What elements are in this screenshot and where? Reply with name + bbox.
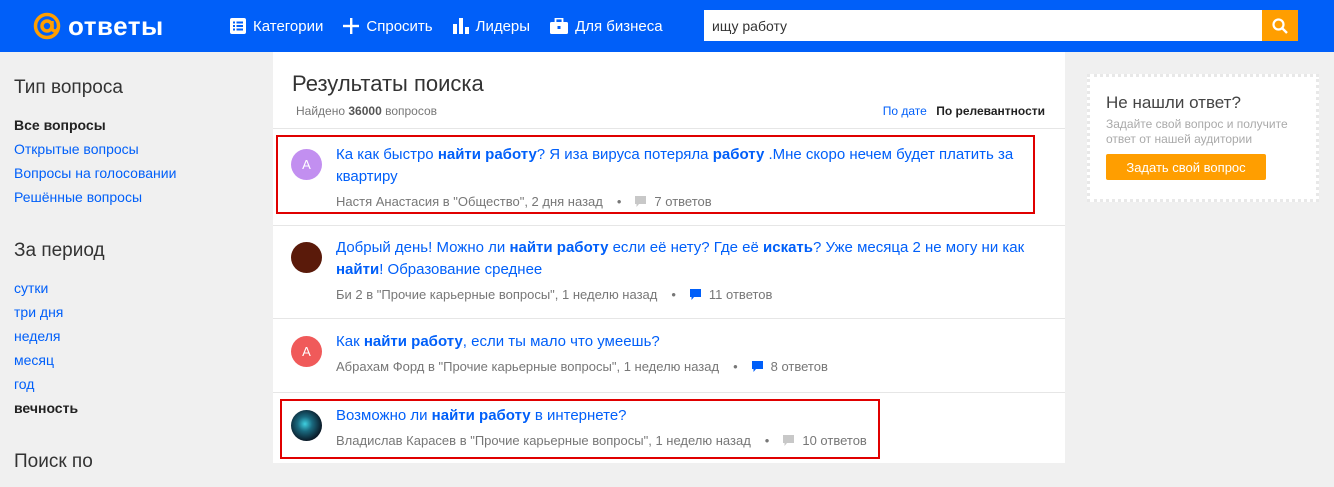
search-bar — [704, 10, 1298, 41]
found-count: 36000 — [348, 104, 382, 118]
answers-count[interactable]: 8 ответов — [771, 359, 828, 374]
question-item: Добрый день! Можно ли найти работу если … — [291, 237, 1051, 307]
nav-categories[interactable]: Категории — [230, 18, 323, 35]
period-day[interactable]: сутки — [14, 276, 272, 300]
divider — [273, 318, 1065, 319]
category-name[interactable]: в "Прочие карьерные вопросы" — [428, 359, 617, 374]
search-by-title: Поиск по — [14, 451, 93, 472]
avatar[interactable] — [291, 242, 322, 273]
question-title[interactable]: Добрый день! Можно ли найти работу если … — [336, 237, 1036, 281]
title-match: искать — [763, 239, 813, 256]
period-month[interactable]: месяц — [14, 348, 272, 372]
nav-business-label: Для бизнеса — [575, 17, 663, 35]
question-title[interactable]: Как найти работу, если ты мало что умееш… — [336, 331, 1036, 353]
title-text: Как — [336, 333, 364, 350]
title-text: , если ты мало что умеешь? — [462, 333, 660, 350]
title-text: ! Образование среднее — [379, 261, 543, 278]
comment-icon — [751, 361, 763, 372]
author-name[interactable]: Абрахам Форд — [336, 359, 424, 374]
bar-chart-icon — [452, 18, 469, 34]
ask-question-button[interactable]: Задать свой вопрос — [1106, 154, 1266, 180]
nav-categories-label: Категории — [253, 17, 324, 35]
logo[interactable]: ответы — [32, 9, 164, 43]
filter-resolved-questions[interactable]: Решённые вопросы — [14, 185, 272, 209]
filter-voting-questions[interactable]: Вопросы на голосовании — [14, 161, 272, 185]
filter-open-questions[interactable]: Открытые вопросы — [14, 137, 272, 161]
widget-text: Задайте свой вопрос и получите ответ от … — [1106, 117, 1288, 146]
question-item: А Как найти работу, если ты мало что уме… — [291, 331, 1051, 381]
ask-question-widget: Не нашли ответ? Задайте свой вопрос и по… — [1087, 74, 1319, 202]
title-match: найти работу — [509, 239, 609, 256]
category-name[interactable]: в "Прочие карьерные вопросы" — [366, 287, 555, 302]
author-name[interactable]: Би 2 — [336, 287, 363, 302]
answers-count[interactable]: 11 ответов — [709, 287, 773, 302]
found-suffix: вопросов — [385, 104, 438, 118]
search-input[interactable] — [704, 10, 1262, 41]
separator-dot: • — [733, 359, 738, 374]
filter-sidebar: Тип вопроса Все вопросы Открытые вопросы… — [14, 52, 272, 487]
divider — [273, 392, 1065, 393]
nav-leaders-label: Лидеры — [475, 17, 531, 35]
results-count: Найдено 36000 вопросов — [296, 104, 437, 118]
plus-icon — [343, 18, 360, 34]
question-meta: Би 2 в "Прочие карьерные вопросы", 1 нед… — [336, 287, 773, 302]
highlight-box — [276, 135, 1035, 214]
post-time: 1 неделю назад — [623, 359, 720, 374]
sort-controls: По дате По релевантности — [883, 104, 1045, 118]
title-text: Добрый день! Можно ли — [336, 239, 510, 256]
title-match: найти — [336, 261, 380, 278]
period-year[interactable]: год — [14, 372, 272, 396]
separator-dot: • — [671, 287, 676, 302]
title-text: если её нету? Где её — [608, 239, 763, 256]
logo-text: ответы — [68, 10, 164, 41]
period-three-days[interactable]: три дня — [14, 300, 272, 324]
sort-by-date[interactable]: По дате — [883, 104, 927, 118]
nav-ask-label: Спросить — [366, 17, 433, 35]
highlight-box — [280, 399, 880, 459]
comment-icon — [689, 289, 701, 300]
main-nav: Категории Спросить Лидеры Для бизнеса — [230, 0, 683, 52]
found-prefix: Найдено — [296, 104, 346, 118]
title-match: найти работу — [363, 333, 463, 350]
period-week[interactable]: неделя — [14, 324, 272, 348]
briefcase-icon — [550, 18, 569, 34]
post-time: 1 неделю назад — [562, 287, 658, 302]
search-button[interactable] — [1262, 10, 1298, 41]
period-forever[interactable]: вечность — [14, 396, 272, 420]
divider — [273, 225, 1065, 226]
title-text: ? Уже месяца 2 не могу ни как — [812, 239, 1025, 256]
filter-all-questions[interactable]: Все вопросы — [14, 113, 272, 137]
search-icon — [1272, 17, 1288, 34]
question-type-title: Тип вопроса — [14, 77, 123, 98]
period-title: За период — [14, 240, 105, 261]
avatar[interactable]: А — [291, 336, 322, 367]
nav-business[interactable]: Для бизнеса — [550, 18, 663, 35]
nav-leaders[interactable]: Лидеры — [452, 17, 531, 35]
page-title: Результаты поиска — [292, 71, 484, 96]
avatar-letter: А — [302, 344, 311, 359]
question-meta: Абрахам Форд в "Прочие карьерные вопросы… — [336, 359, 828, 374]
nav-ask[interactable]: Спросить — [343, 17, 433, 35]
divider — [273, 128, 1065, 129]
widget-title: Не нашли ответ? — [1106, 93, 1241, 112]
list-icon — [230, 18, 246, 34]
top-bar: ответы Категории Спросить Лидеры Для биз… — [0, 0, 1334, 52]
at-sign-icon — [33, 12, 61, 40]
sort-by-relevance[interactable]: По релевантности — [936, 104, 1045, 118]
